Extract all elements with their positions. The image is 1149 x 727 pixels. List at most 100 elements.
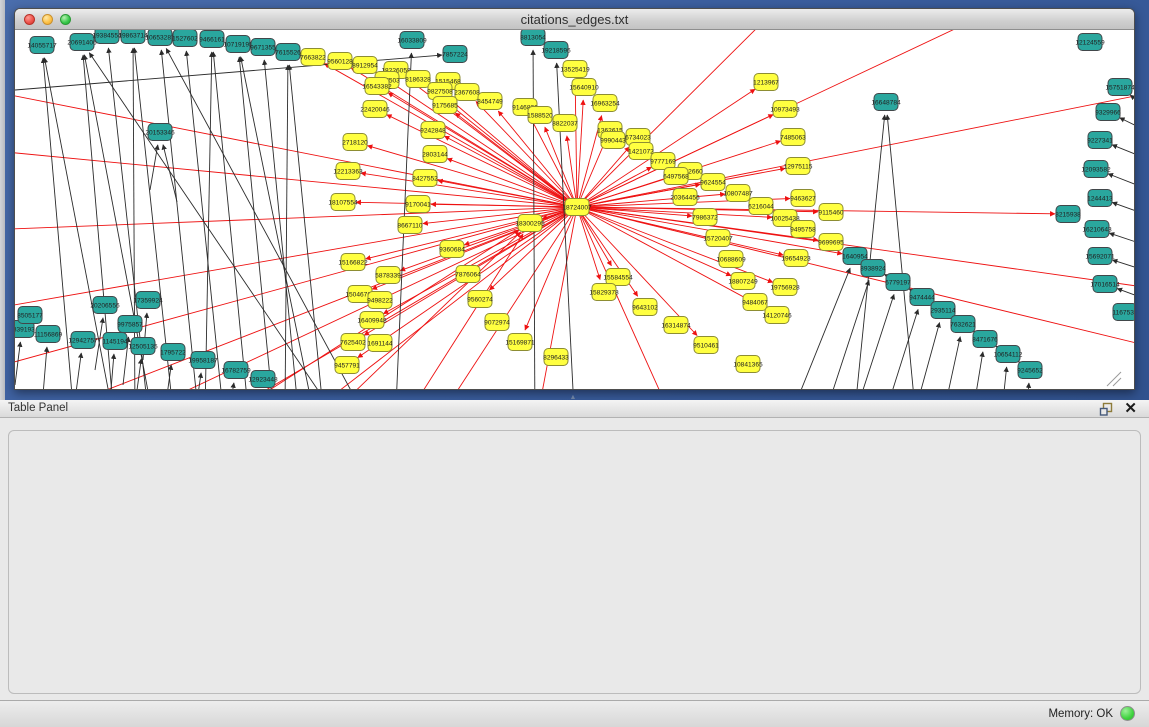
graph-node[interactable]: 16782759: [221, 362, 251, 379]
graph-edge[interactable]: [820, 280, 869, 389]
graph-edge[interactable]: [239, 57, 275, 389]
graph-node[interactable]: 15720407: [703, 230, 733, 247]
graph-node[interactable]: 7485063: [780, 129, 806, 146]
graph-node[interactable]: 14120746: [762, 307, 792, 324]
table-panel-header[interactable]: ▲ Table Panel ✕: [0, 400, 1149, 418]
graph-node[interactable]: 20153346: [145, 124, 175, 141]
graph-node[interactable]: 17016514: [1090, 276, 1120, 293]
graph-node[interactable]: 15169871: [505, 334, 535, 351]
graph-node[interactable]: 8186328: [405, 71, 431, 88]
graph-node[interactable]: 9115460: [818, 204, 844, 221]
graph-edge[interactable]: [557, 63, 575, 389]
graph-node[interactable]: 9170041: [405, 196, 431, 213]
graph-node[interactable]: 16543382: [362, 78, 392, 95]
graph-edge[interactable]: [1112, 145, 1134, 170]
graph-node[interactable]: 1795722: [160, 344, 186, 361]
graph-edge[interactable]: [887, 115, 917, 389]
memory-status-indicator[interactable]: [1120, 706, 1135, 721]
graph-edge[interactable]: [1025, 383, 1029, 389]
graph-node[interactable]: 5878339: [375, 267, 401, 284]
graph-node[interactable]: 1244413: [1087, 190, 1113, 207]
graph-node[interactable]: 1421072: [628, 143, 654, 160]
graph-node[interactable]: 8296433: [543, 349, 569, 366]
graph-edge[interactable]: [285, 65, 288, 389]
graph-node[interactable]: 9227341: [1087, 132, 1113, 149]
graph-edge[interactable]: [135, 359, 141, 389]
graph-edge[interactable]: [1120, 118, 1134, 145]
float-panel-icon[interactable]: [1099, 402, 1114, 417]
graph-node[interactable]: 22420046: [360, 101, 390, 118]
citation-network-graph[interactable]: 1405571720691406193845541986371410653287…: [15, 30, 1134, 389]
graph-node[interactable]: 9699695: [818, 234, 844, 251]
graph-edge[interactable]: [289, 65, 325, 389]
graph-edge[interactable]: [15, 150, 577, 207]
graph-node[interactable]: 9360684: [439, 241, 465, 258]
graph-node[interactable]: 7857224: [442, 46, 468, 63]
graph-node[interactable]: 9463627: [790, 190, 816, 207]
graph-node[interactable]: 9484067: [742, 294, 768, 311]
graph-node[interactable]: 9495758: [790, 221, 816, 238]
graph-node[interactable]: 16314874: [661, 317, 691, 334]
graph-edge[interactable]: [15, 207, 577, 230]
graph-node[interactable]: 20364456: [670, 189, 700, 206]
graph-node[interactable]: 16210643: [1082, 221, 1112, 238]
graph-node[interactable]: 18300295: [515, 215, 545, 232]
graph-edge[interactable]: [577, 90, 1134, 207]
graph-node[interactable]: 14055717: [27, 37, 57, 54]
graph-node[interactable]: 9072974: [484, 314, 510, 331]
graph-node[interactable]: 8505177: [17, 307, 43, 324]
graph-node[interactable]: 19218596: [541, 42, 571, 59]
graph-node[interactable]: 18724007: [562, 199, 592, 216]
graph-node[interactable]: 12505135: [128, 338, 158, 355]
graph-node[interactable]: 16648784: [871, 94, 901, 111]
close-panel-icon[interactable]: ✕: [1124, 401, 1137, 417]
graph-node[interactable]: 1527602: [172, 30, 198, 47]
splitter-handle-icon[interactable]: ▲: [567, 395, 579, 400]
graph-edge[interactable]: [241, 57, 315, 389]
graph-edge[interactable]: [367, 146, 577, 207]
graph-node[interactable]: 9560128: [327, 53, 353, 70]
graph-node[interactable]: 10719195: [223, 36, 253, 53]
graph-node[interactable]: 8471676: [972, 331, 998, 348]
graph-edge[interactable]: [577, 30, 995, 207]
graph-node[interactable]: 2803144: [422, 146, 448, 163]
graph-node[interactable]: 16033809: [397, 32, 427, 49]
graph-node[interactable]: 9624554: [700, 174, 726, 191]
graph-edge[interactable]: [186, 51, 225, 389]
graph-node[interactable]: 18107554: [328, 194, 358, 211]
graph-node[interactable]: 6779197: [885, 274, 911, 291]
graph-node[interactable]: 18807249: [728, 273, 758, 290]
graph-node[interactable]: 10973493: [770, 101, 800, 118]
graph-edge[interactable]: [110, 354, 114, 389]
graph-node[interactable]: 9466161: [199, 31, 225, 48]
graph-node[interactable]: 7615526: [275, 44, 301, 61]
graph-node[interactable]: 10653287: [145, 30, 175, 46]
graph-node[interactable]: 13525419: [560, 61, 590, 78]
network-window-titlebar[interactable]: citations_edges.txt: [15, 9, 1134, 30]
graph-edge[interactable]: [75, 353, 81, 389]
graph-node[interactable]: 8427552: [412, 170, 438, 187]
graph-node[interactable]: 20206556: [90, 297, 120, 314]
graph-node[interactable]: 8822037: [552, 115, 578, 132]
graph-node[interactable]: 17359924: [133, 292, 163, 309]
graph-node[interactable]: 2718120: [342, 134, 368, 151]
graph-node[interactable]: 6216044: [748, 198, 774, 215]
graph-node[interactable]: 16963254: [590, 95, 620, 112]
graph-edge[interactable]: [970, 352, 983, 389]
graph-node[interactable]: 6497568: [663, 168, 689, 185]
graph-node[interactable]: 15166822: [338, 254, 368, 271]
graph-node[interactable]: 19958187: [188, 352, 218, 369]
graph-node[interactable]: 8813054: [520, 30, 546, 46]
graph-node[interactable]: 9175685: [432, 97, 458, 114]
graph-node[interactable]: 11156869: [34, 326, 63, 343]
graph-node[interactable]: 15829378: [589, 284, 619, 301]
graph-node[interactable]: 19863714: [118, 30, 148, 44]
graph-node[interactable]: 9474444: [909, 289, 935, 306]
graph-edge[interactable]: [163, 145, 177, 202]
graph-node[interactable]: 9510461: [693, 337, 719, 354]
graph-node[interactable]: 1167533: [1112, 304, 1134, 321]
graph-node[interactable]: 1588520: [527, 107, 553, 124]
graph-node[interactable]: 8215938: [1055, 206, 1081, 223]
graph-node[interactable]: 10688609: [716, 251, 746, 268]
graph-node[interactable]: 12942757: [68, 332, 98, 349]
